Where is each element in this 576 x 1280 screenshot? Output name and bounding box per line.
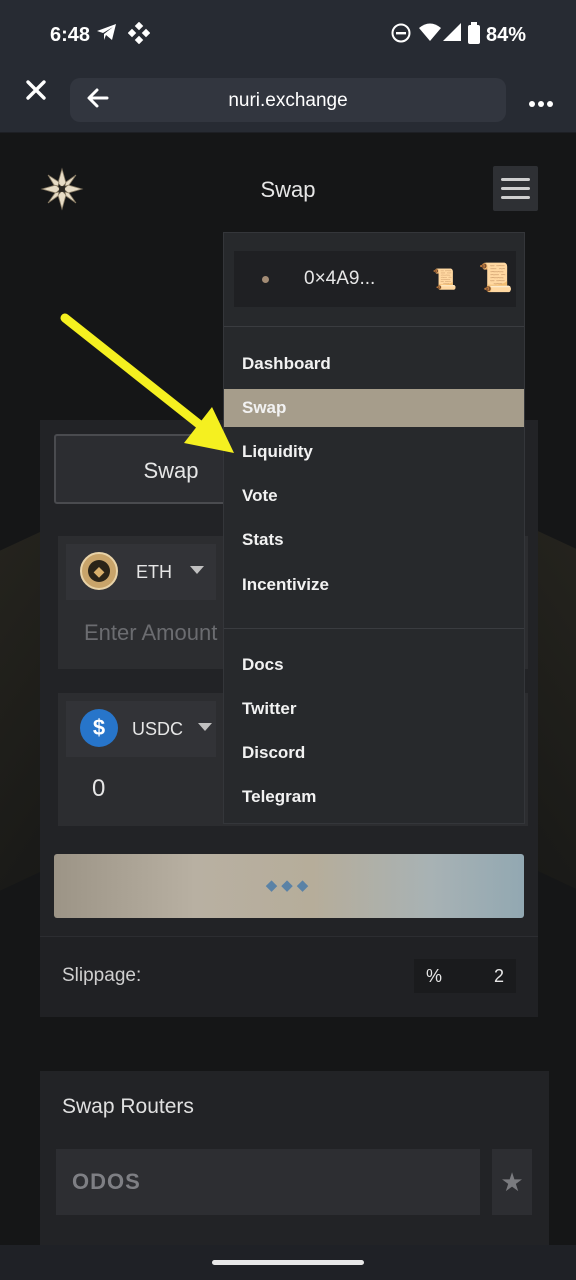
close-icon — [26, 80, 46, 100]
more-options-button[interactable] — [528, 84, 554, 115]
battery-icon — [468, 22, 480, 49]
battery-level: 84% — [486, 24, 527, 46]
page-content: Swap Swap ◆ ETH Enter Amount $ USDC 0 ◆◆… — [0, 133, 576, 1245]
annotation-arrow-icon — [60, 313, 234, 453]
status-bar: 6:48 84% — [0, 0, 576, 64]
more-icon — [529, 101, 553, 107]
status-time: 6:48 — [50, 24, 91, 46]
home-gesture-handle[interactable] — [212, 1260, 364, 1265]
browser-toolbar: nuri.exchange — [0, 64, 576, 133]
do-not-disturb-icon — [390, 22, 412, 49]
system-navigation-bar — [0, 1245, 576, 1280]
wifi-icon — [418, 22, 442, 47]
url-bar[interactable]: nuri.exchange — [70, 78, 506, 122]
telegram-icon — [96, 22, 118, 47]
binance-icon — [127, 21, 151, 49]
url-text: nuri.exchange — [228, 90, 348, 111]
signal-icon — [442, 22, 462, 47]
close-button[interactable] — [22, 78, 50, 106]
